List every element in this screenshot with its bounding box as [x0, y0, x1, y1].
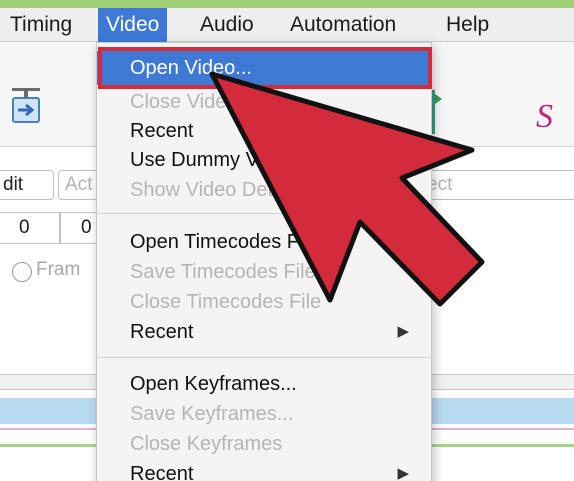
effect-field[interactable]: ect: [420, 170, 574, 200]
menu-item-use-dummy-video[interactable]: Use Dummy Video...: [97, 145, 431, 175]
frame-radio-label: Fram: [36, 259, 81, 280]
menu-item-close-video: Close Video: [97, 87, 431, 117]
menu-audio[interactable]: Audio: [192, 8, 262, 42]
menu-item-label: Recent: [130, 463, 194, 481]
frame-radio-row: Fram: [0, 256, 100, 288]
styling-assistant-icon[interactable]: S: [536, 98, 553, 136]
menu-item-open-timecodes[interactable]: Open Timecodes File...: [97, 227, 431, 257]
menu-item-recent-timecodes[interactable]: Recent ▶: [97, 317, 431, 347]
video-arrow-icon[interactable]: [10, 82, 42, 126]
top-accent-bar: [0, 0, 574, 8]
menu-item-close-keyframes: Close Keyframes: [97, 429, 431, 459]
menu-item-label: Use Dummy Video...: [130, 149, 314, 171]
menu-item-label: Open Keyframes...: [130, 373, 297, 395]
callout-highlight-box: [98, 47, 432, 89]
menu-item-close-timecodes: Close Timecodes File: [97, 287, 431, 317]
menu-item-save-keyframes: Save Keyframes...: [97, 399, 431, 429]
menu-item-label: Recent: [130, 321, 194, 343]
video-menu-dropdown: Open Video... Close Video Recent ▶ Use D…: [96, 42, 432, 481]
edit-mode-field[interactable]: dit: [0, 170, 54, 200]
menu-video[interactable]: Video: [98, 8, 168, 42]
submenu-arrow-icon: ▶: [397, 323, 409, 340]
menu-automation[interactable]: Automation: [282, 8, 404, 42]
submenu-arrow-icon: ▶: [397, 122, 409, 139]
menu-item-label: Recent: [130, 120, 194, 142]
menu-item-label: Close Timecodes File: [130, 291, 322, 313]
menu-item-label: Save Keyframes...: [130, 403, 294, 425]
layer-field[interactable]: 0: [0, 212, 60, 244]
menu-item-recent-video[interactable]: Recent ▶: [97, 116, 431, 146]
menu-item-label: Show Video Details...: [130, 179, 320, 201]
menu-item-label: Close Video: [130, 91, 238, 113]
menu-item-label: Open Timecodes File...: [130, 231, 336, 253]
menu-item-label: Close Keyframes: [130, 433, 283, 455]
menu-separator: [98, 213, 430, 214]
menu-timing[interactable]: Timing: [2, 8, 80, 42]
menu-item-open-keyframes[interactable]: Open Keyframes...: [97, 369, 431, 399]
menu-bar: Timing Video Audio Automation Help: [0, 8, 574, 42]
menu-item-label: Save Timecodes File...: [130, 261, 333, 283]
menu-item-save-timecodes: Save Timecodes File...: [97, 257, 431, 287]
menu-help[interactable]: Help: [438, 8, 497, 42]
frame-radio-button[interactable]: [12, 262, 32, 282]
menu-item-show-video-details: Show Video Details...: [97, 175, 431, 205]
menu-item-recent-keyframes[interactable]: Recent ▶: [97, 459, 431, 481]
submenu-arrow-icon: ▶: [397, 465, 409, 481]
app-window: Timing Video Audio Automation Help S dit…: [0, 0, 574, 481]
menu-separator: [98, 357, 430, 358]
